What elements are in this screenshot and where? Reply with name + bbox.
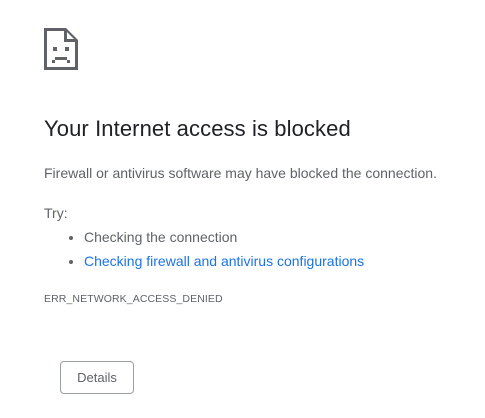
suggestions-list: Checking the connection Checking firewal… — [44, 227, 364, 275]
error-summary: Firewall or antivirus software may have … — [44, 165, 437, 181]
suggestion-text: Checking the connection — [84, 229, 238, 245]
details-button[interactable]: Details — [60, 361, 134, 394]
sad-page-icon — [44, 28, 78, 70]
page-heading: Your Internet access is blocked — [44, 116, 351, 141]
suggestion-item-check-firewall: Checking firewall and antivirus configur… — [84, 251, 364, 275]
error-code: ERR_NETWORK_ACCESS_DENIED — [44, 293, 223, 305]
firewall-antivirus-link[interactable]: Checking firewall and antivirus configur… — [84, 253, 364, 269]
try-label: Try: — [44, 205, 68, 221]
suggestion-item-check-connection: Checking the connection — [84, 227, 364, 251]
error-page: Your Internet access is blocked Firewall… — [0, 0, 485, 418]
